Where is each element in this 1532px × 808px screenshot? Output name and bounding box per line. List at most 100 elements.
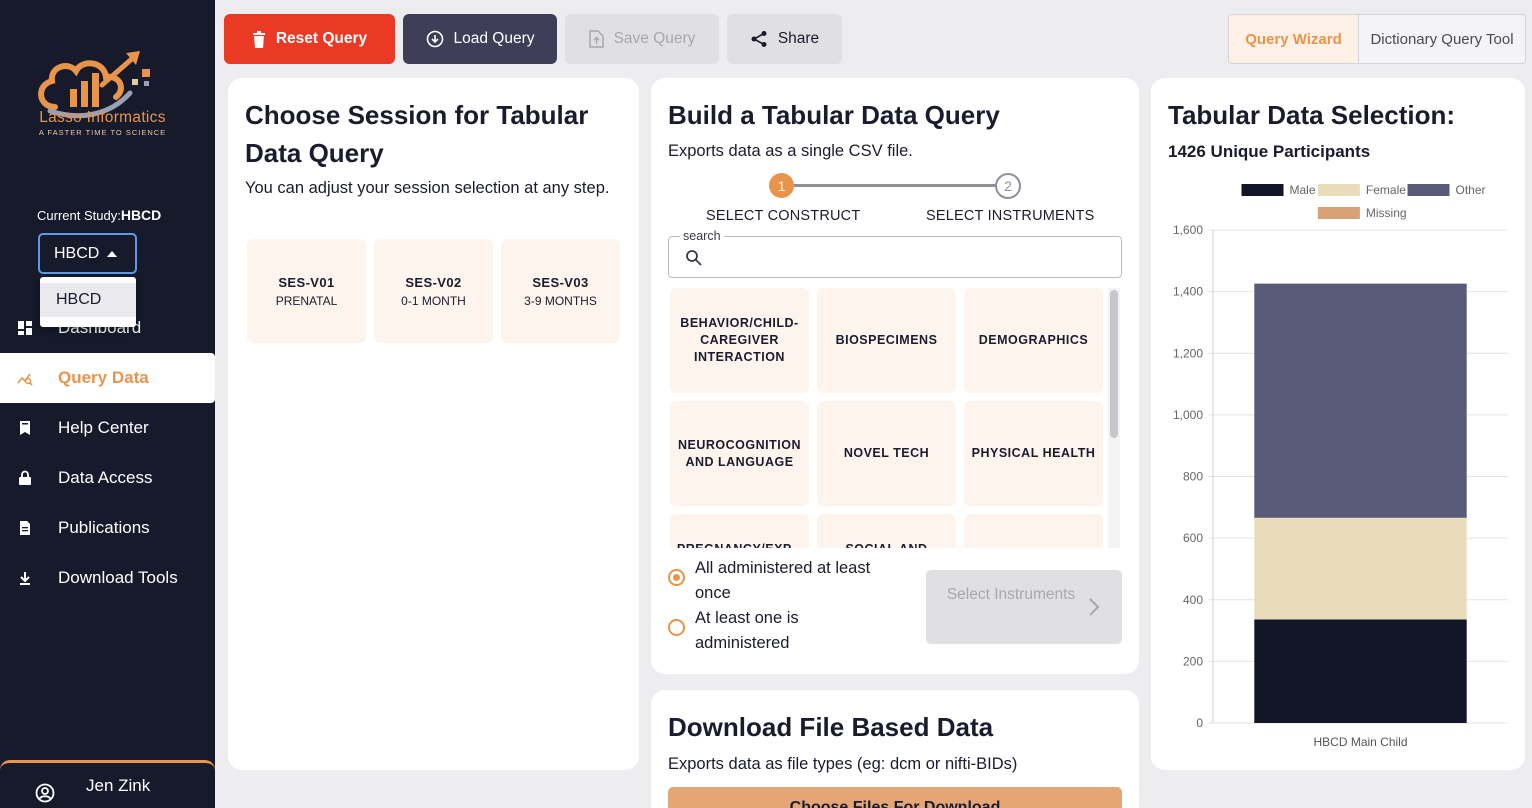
build-card-subtitle: Exports data as a single CSV file. <box>668 142 913 160</box>
sidebar-item-label: Download Tools <box>58 568 178 587</box>
sidebar-item-data-access[interactable]: Data Access <box>0 453 215 503</box>
y-tick-label: 1,400 <box>1173 285 1203 299</box>
download-card-subtitle: Exports data as file types (eg: dcm or n… <box>668 755 1018 773</box>
build-query-card: Build a Tabular Data Query Exports data … <box>651 78 1139 674</box>
caret-up-icon <box>107 250 118 257</box>
share-icon <box>751 31 767 47</box>
download-file-card: Download File Based Data Exports data as… <box>651 690 1139 808</box>
sidebar-item-label: Data Access <box>58 468 153 487</box>
account-circle-icon <box>35 783 55 803</box>
construct-pregnancy[interactable]: PREGNANCY/EXP... <box>670 514 809 548</box>
choose-files-button[interactable]: Choose Files For Download <box>668 787 1122 808</box>
book-icon <box>20 421 30 435</box>
study-dropdown-menu: HBCD <box>40 277 136 327</box>
selection-card-title: Tabular Data Selection: <box>1168 100 1456 130</box>
mode-toggle: Query Wizard Dictionary Query Tool <box>1228 14 1526 64</box>
sidebar-item-publications[interactable]: Publications <box>0 503 215 553</box>
select-instruments-label: Select Instruments <box>946 586 1076 603</box>
search-input[interactable] <box>713 245 1113 271</box>
option-label: All administered at least once <box>695 559 871 602</box>
legend-label: Male <box>1290 183 1316 197</box>
download-circle-icon <box>426 30 443 48</box>
download-icon <box>20 572 30 585</box>
search-icon <box>686 250 702 266</box>
option-all-administered[interactable]: All administered at least once <box>668 556 908 606</box>
study-select-value: HBCD <box>54 244 100 262</box>
tab-query-wizard[interactable]: Query Wizard <box>1229 15 1359 63</box>
sidebar-item-label: Query Data <box>58 368 149 387</box>
build-card-title: Build a Tabular Data Query <box>668 100 1000 130</box>
legend-label: Female <box>1366 183 1406 197</box>
session-code: SES-V03 <box>532 274 589 290</box>
construct-biospecimens[interactable]: BIOSPECIMENS <box>817 288 956 393</box>
step-1-label: SELECT CONSTRUCT <box>706 208 861 224</box>
session-time: PRENATAL <box>275 293 338 308</box>
y-tick-label: 400 <box>1183 593 1203 607</box>
load-query-button[interactable]: Load Query <box>403 14 557 64</box>
document-icon <box>20 521 30 535</box>
construct-physical-health[interactable]: PHYSICAL HEALTH <box>964 401 1103 506</box>
option-at-least-one[interactable]: At least one is administered <box>668 606 868 656</box>
study-option[interactable]: HBCD <box>40 283 136 317</box>
query-icon <box>17 373 33 386</box>
construct-novel-tech[interactable]: NOVEL TECH <box>817 401 956 506</box>
tab-dictionary-query-tool[interactable]: Dictionary Query Tool <box>1359 15 1525 63</box>
sidebar-item-help-center[interactable]: Help Center <box>0 403 215 453</box>
study-select[interactable]: HBCD <box>38 233 137 274</box>
search-legend: search <box>680 229 724 243</box>
share-button[interactable]: Share <box>727 14 842 64</box>
brand-name: Lasso Informatics <box>39 109 166 126</box>
legend-label: Other <box>1456 183 1486 197</box>
construct-social[interactable]: SOCIAL AND <box>817 514 956 548</box>
user-name: Jen Zink <box>86 775 151 795</box>
construct-neurocognition-language[interactable]: NEUROCOGNITION AND LANGUAGE <box>670 401 809 506</box>
file-upload-icon <box>588 30 604 48</box>
session-code: SES-V02 <box>405 274 462 290</box>
y-tick-label: 200 <box>1183 654 1203 668</box>
sidebar-item-download-tools[interactable]: Download Tools <box>0 553 215 603</box>
tabular-selection-card: Tabular Data Selection: 1426 Unique Part… <box>1151 78 1525 770</box>
stepper-connector <box>782 184 1008 187</box>
download-card-title: Download File Based Data <box>668 712 994 742</box>
lock-icon <box>19 470 31 485</box>
option-label: At least one is administered <box>695 609 799 652</box>
session-option-v01[interactable]: SES-V01 PRENATAL <box>247 239 366 343</box>
share-label: Share <box>777 30 820 47</box>
construct-demographics[interactable]: DEMOGRAPHICS <box>964 288 1103 393</box>
legend-swatch-female <box>1317 184 1360 196</box>
construct-behavior-child-caregiver[interactable]: BEHAVIOR/CHILD-CAREGIVER INTERACTION <box>670 288 809 393</box>
sidebar-nav: Dashboard Query Data Help Center Data Ac… <box>0 303 215 603</box>
session-card-subtitle: You can adjust your session selection at… <box>245 179 610 197</box>
radio-unchecked-icon[interactable] <box>668 619 685 636</box>
save-query-button[interactable]: Save Query <box>565 14 719 64</box>
sidebar: Lasso Informatics A FASTER TIME TO SCIEN… <box>0 0 215 808</box>
sidebar-item-label: Publications <box>58 518 150 537</box>
user-menu[interactable]: Jen Zink <box>0 760 215 808</box>
construct-partial[interactable] <box>964 514 1103 548</box>
step-1-indicator: 1 <box>769 173 794 198</box>
sidebar-item-query-data[interactable]: Query Data <box>0 353 215 403</box>
session-time: 0-1 MONTH <box>401 293 466 308</box>
save-query-label: Save Query <box>613 30 696 47</box>
session-list: SES-V01 PRENATAL SES-V02 0-1 MONTH SES-V… <box>247 239 620 343</box>
legend-swatch-missing <box>1317 207 1360 219</box>
y-tick-label: 1,600 <box>1173 223 1203 237</box>
reset-query-button[interactable]: Reset Query <box>224 14 395 64</box>
bar-segment-male <box>1254 619 1467 723</box>
load-query-label: Load Query <box>453 30 535 47</box>
select-instruments-button[interactable]: Select Instruments <box>926 570 1122 644</box>
trash-icon <box>252 30 265 48</box>
construct-search: search <box>668 229 1122 278</box>
session-option-v03[interactable]: SES-V03 3-9 MONTHS <box>501 239 620 343</box>
bar-segment-other <box>1254 283 1467 518</box>
current-study-prefix: Current Study: <box>37 208 121 223</box>
current-study-value: HBCD <box>120 207 162 223</box>
participants-chart: 0 200 400 600 800 1,000 1,200 1,400 1,600 HBCD Ma… <box>1173 183 1508 749</box>
radio-checked-icon[interactable] <box>668 569 685 586</box>
step-2-indicator: 2 <box>995 173 1021 199</box>
session-option-v02[interactable]: SES-V02 0-1 MONTH <box>374 239 493 343</box>
y-tick-label: 1,000 <box>1173 408 1203 422</box>
chevron-right-icon <box>1089 598 1100 616</box>
x-tick-label: HBCD Main Child <box>1313 735 1407 749</box>
construct-scrollbar-thumb[interactable] <box>1110 290 1118 438</box>
